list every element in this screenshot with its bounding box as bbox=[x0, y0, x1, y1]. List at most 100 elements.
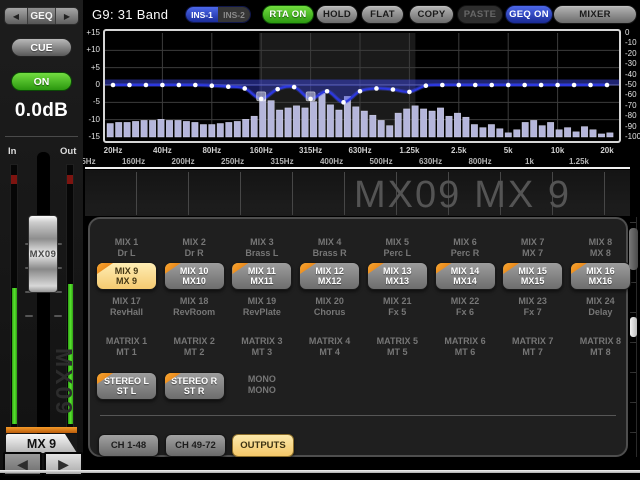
bank-tab-outputs[interactable]: OUTPUTS bbox=[232, 434, 294, 457]
geq-band-dot[interactable] bbox=[407, 90, 412, 95]
channel-button-mix-15[interactable]: MIX 15MX15 bbox=[502, 262, 563, 290]
geq-band-dot[interactable] bbox=[259, 97, 264, 102]
geq-band-dot[interactable] bbox=[457, 83, 462, 88]
ghost-channel-name: MX 9 bbox=[474, 174, 571, 217]
geq-band-dot[interactable] bbox=[424, 83, 429, 88]
channel-label-line: MT 2 bbox=[164, 347, 225, 358]
rta-spectrum-bar bbox=[590, 130, 596, 137]
channel-button-stereo-r[interactable]: STEREO RST R bbox=[164, 372, 225, 400]
rta-spectrum-bar bbox=[234, 121, 240, 137]
meter-peak-segment bbox=[67, 175, 73, 184]
cell-separator bbox=[240, 172, 241, 215]
gain-scale-label: 0 bbox=[96, 81, 100, 89]
channel-button-label: MX11 bbox=[232, 276, 291, 287]
rail-tick bbox=[630, 372, 636, 373]
rta-spectrum-bar bbox=[319, 93, 325, 137]
geq-band-dot[interactable] bbox=[275, 87, 280, 92]
channel-button-mix-11[interactable]: MIX 11MX11 bbox=[231, 262, 292, 290]
cell-separator bbox=[604, 172, 605, 215]
geq-band-dot[interactable] bbox=[127, 83, 132, 88]
geq-band-dot[interactable] bbox=[522, 83, 527, 88]
tab-ins-1[interactable]: INS-1 bbox=[186, 7, 218, 22]
geq-band-dot[interactable] bbox=[177, 83, 182, 88]
rta-spectrum-bar bbox=[141, 120, 147, 137]
rta-spectrum-bar bbox=[310, 102, 316, 137]
geq-band-dot[interactable] bbox=[391, 87, 396, 92]
geq-band-dot[interactable] bbox=[292, 85, 297, 90]
rta-spectrum-bar bbox=[547, 122, 553, 137]
geq-band-dot[interactable] bbox=[308, 97, 313, 102]
channel-label-line: MIX 20 bbox=[299, 296, 360, 307]
channel-button-stereo-l[interactable]: STEREO LST L bbox=[96, 372, 157, 400]
channel-label-line: MIX 1 bbox=[96, 237, 157, 248]
channel-label-mix-4: MIX 4Brass R bbox=[299, 237, 360, 258]
geq-band-dot[interactable] bbox=[539, 83, 544, 88]
scroll-indicator[interactable] bbox=[630, 317, 637, 337]
geq-band-dot[interactable] bbox=[374, 86, 379, 91]
geq-band-dot[interactable] bbox=[160, 83, 165, 88]
bank-tab-ch-1-48[interactable]: CH 1-48 bbox=[98, 434, 159, 457]
rta-on-button[interactable]: RTA ON bbox=[262, 5, 314, 24]
geq-band-dot[interactable] bbox=[341, 100, 346, 105]
geq-prev-button[interactable]: ◀ bbox=[5, 8, 27, 24]
cue-button[interactable]: CUE bbox=[11, 38, 72, 57]
channel-button-mix-13[interactable]: MIX 13MX13 bbox=[367, 262, 428, 290]
rta-spectrum-bar bbox=[116, 122, 122, 137]
geq-band-dot[interactable] bbox=[506, 83, 511, 88]
rta-spectrum-bar bbox=[480, 128, 486, 137]
hold-button[interactable]: HOLD bbox=[316, 5, 358, 24]
geq-band-dot[interactable] bbox=[605, 83, 610, 88]
channel-label-line: MATRIX 4 bbox=[299, 336, 360, 347]
flat-button[interactable]: FLAT bbox=[361, 5, 404, 24]
fader-knob[interactable]: MX09 bbox=[28, 215, 58, 293]
channel-button-label: MX13 bbox=[368, 276, 427, 287]
geq-graph[interactable] bbox=[103, 29, 621, 143]
geq-on-button[interactable]: GEQ ON bbox=[505, 5, 553, 24]
channel-button-mix-10[interactable]: MIX 10MX10 bbox=[164, 262, 225, 290]
channel-label-matrix-4: MATRIX 4MT 4 bbox=[299, 336, 360, 357]
insert-tab-group: INS-1 INS-2 bbox=[185, 6, 251, 23]
geq-band-dot[interactable] bbox=[572, 83, 577, 88]
geq-band-dot[interactable] bbox=[111, 83, 116, 88]
paste-button[interactable]: PASTE bbox=[457, 5, 503, 24]
rta-spectrum-bar bbox=[420, 109, 426, 137]
channel-button-mix-14[interactable]: MIX 14MX14 bbox=[435, 262, 496, 290]
channel-color-bar bbox=[6, 427, 77, 433]
rta-scale-label: -60 bbox=[625, 91, 637, 99]
copy-button[interactable]: COPY bbox=[409, 5, 454, 24]
rta-spectrum-bar bbox=[226, 122, 232, 137]
panel-divider bbox=[100, 415, 616, 416]
geq-band-dot[interactable] bbox=[210, 83, 215, 88]
bank-tab-ch-49-72[interactable]: CH 49-72 bbox=[165, 434, 226, 457]
geq-band-dot[interactable] bbox=[473, 83, 478, 88]
channel-label-line: MATRIX 6 bbox=[435, 336, 496, 347]
rail-tick bbox=[630, 402, 636, 403]
geq-band-dot[interactable] bbox=[144, 83, 149, 88]
rta-spectrum-bar bbox=[573, 132, 579, 137]
tab-ins-2[interactable]: INS-2 bbox=[218, 7, 250, 22]
scrollbar-thumb[interactable] bbox=[629, 228, 638, 270]
geq-graph-svg[interactable] bbox=[105, 31, 619, 141]
geq-band-dot[interactable] bbox=[325, 89, 330, 94]
geq-band-dot[interactable] bbox=[193, 83, 198, 88]
rta-scale-label: -10 bbox=[625, 39, 637, 47]
geq-band-dot[interactable] bbox=[440, 83, 445, 88]
geq-next-button[interactable]: ▶ bbox=[56, 8, 78, 24]
channel-button-mix-12[interactable]: MIX 12MX12 bbox=[299, 262, 360, 290]
geq-band-dot[interactable] bbox=[489, 83, 494, 88]
rta-scale-label: -50 bbox=[625, 81, 637, 89]
channel-button-label: MX14 bbox=[436, 276, 495, 287]
rta-spectrum-bar bbox=[132, 121, 138, 137]
channel-label-line: MT 1 bbox=[96, 347, 157, 358]
geq-band-dot[interactable] bbox=[242, 86, 247, 91]
channel-label-line: Perc R bbox=[435, 248, 496, 259]
channel-label-line: MATRIX 8 bbox=[570, 336, 631, 347]
geq-band-dot[interactable] bbox=[226, 84, 231, 89]
geq-band-dot[interactable] bbox=[555, 83, 560, 88]
channel-button-mix-9[interactable]: MIX 9MX 9 bbox=[96, 262, 157, 290]
channel-button-mix-16[interactable]: MIX 16MX16 bbox=[570, 262, 631, 290]
geq-band-dot[interactable] bbox=[358, 89, 363, 94]
channel-label-line: Chorus bbox=[299, 307, 360, 318]
geq-band-dot[interactable] bbox=[588, 83, 593, 88]
channel-on-button[interactable]: ON bbox=[11, 72, 72, 91]
